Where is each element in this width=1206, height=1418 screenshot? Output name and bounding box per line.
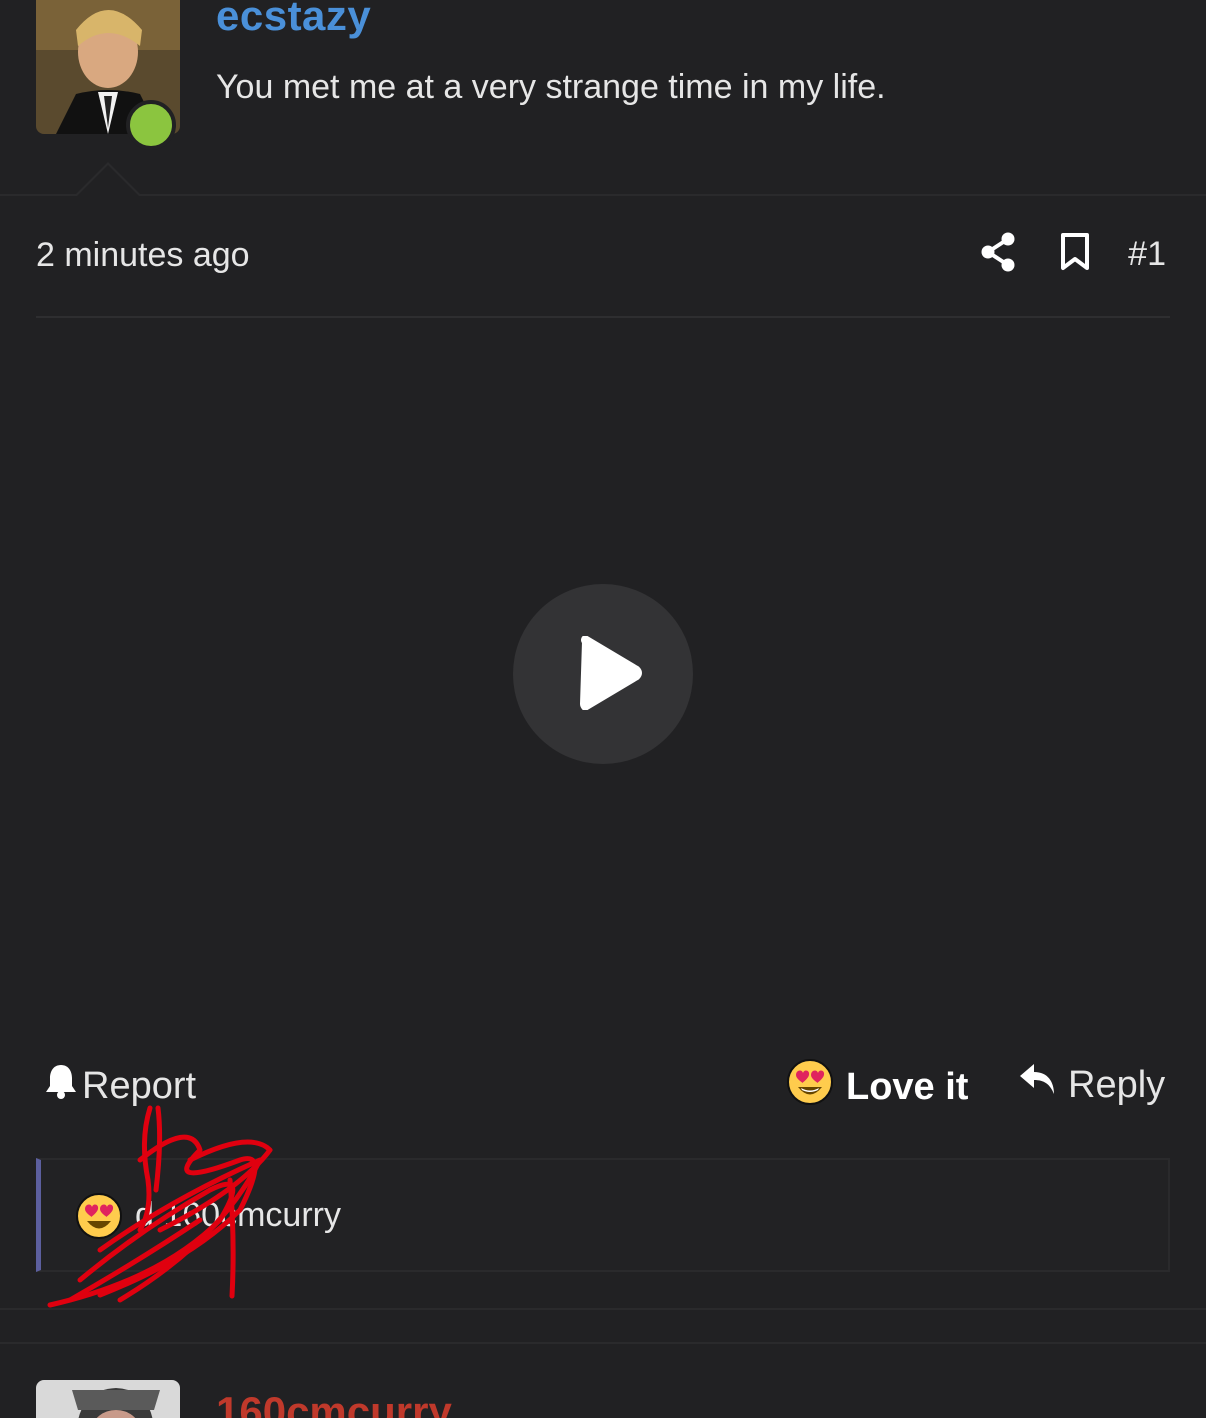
play-button[interactable] bbox=[513, 584, 693, 764]
post-header: ecstazy You met me at a very strange tim… bbox=[0, 0, 1206, 196]
reply-button[interactable]: Reply bbox=[1018, 1062, 1165, 1108]
meta-divider bbox=[36, 316, 1170, 318]
love-it-label: Love it bbox=[846, 1065, 969, 1108]
embedded-video[interactable] bbox=[36, 320, 1170, 1020]
reply-label: Reply bbox=[1068, 1063, 1166, 1106]
user-custom-title: You met me at a very strange time in my … bbox=[216, 68, 886, 106]
share-icon[interactable] bbox=[980, 232, 1016, 277]
post-footer-divider bbox=[0, 1308, 1206, 1310]
love-it-button[interactable]: Love it bbox=[786, 1058, 968, 1116]
bookmark-icon[interactable] bbox=[1060, 232, 1090, 277]
reply-arrow-icon bbox=[1018, 1062, 1058, 1108]
post-username[interactable]: ecstazy bbox=[216, 0, 371, 40]
post-separator bbox=[0, 1342, 1206, 1344]
heart-eyes-emoji-icon bbox=[786, 1058, 834, 1116]
next-post-avatar[interactable] bbox=[36, 1380, 180, 1418]
next-post-username[interactable]: 160cmcurry bbox=[216, 1388, 452, 1418]
post-meta-actions: #1 bbox=[980, 232, 1166, 277]
post-number-link[interactable]: #1 bbox=[1128, 235, 1166, 274]
post-timestamp[interactable]: 2 minutes ago bbox=[36, 236, 250, 275]
play-icon bbox=[580, 636, 642, 710]
thread-page: ecstazy You met me at a very strange tim… bbox=[0, 0, 1206, 1418]
header-caret-fill bbox=[77, 165, 139, 196]
red-scribble-redaction bbox=[47, 1105, 273, 1308]
online-status-indicator bbox=[126, 100, 176, 150]
